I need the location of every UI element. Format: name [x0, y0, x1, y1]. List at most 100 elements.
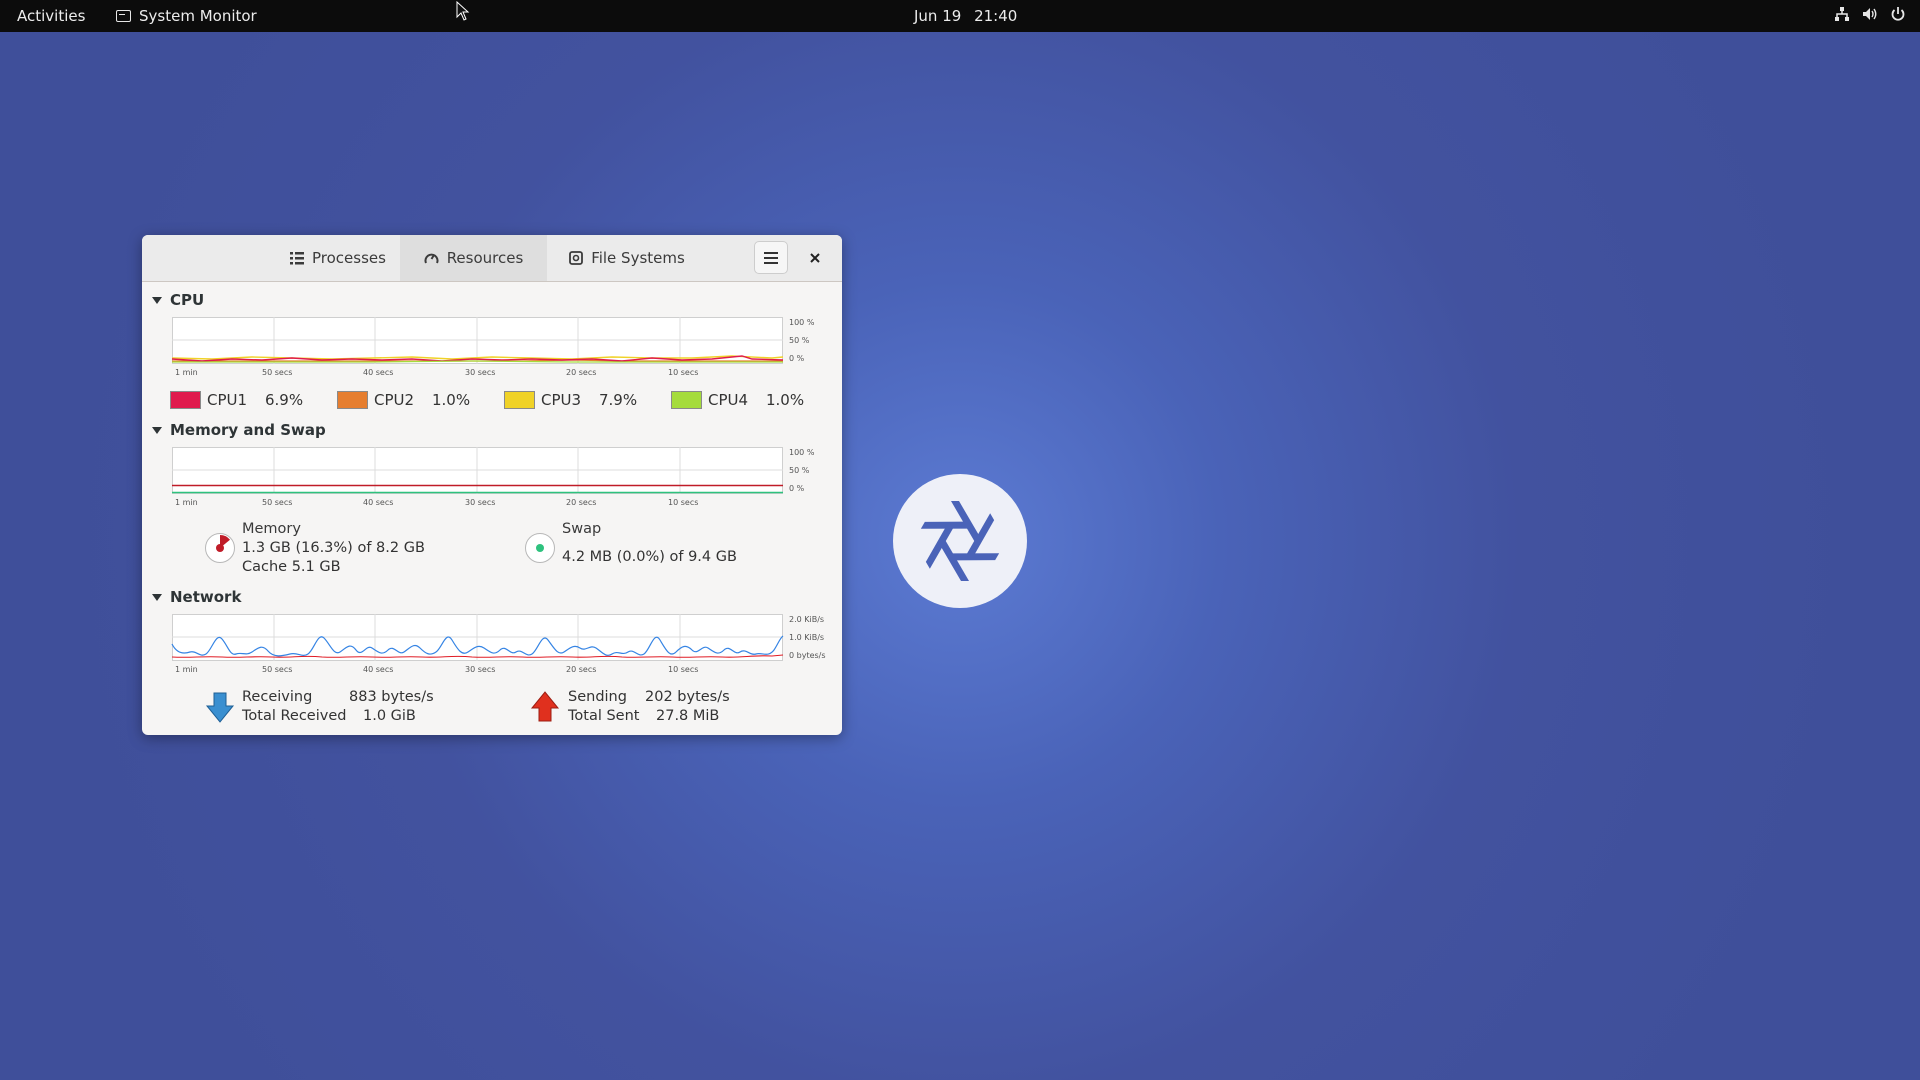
system-monitor-window: Processes Resources File Systems CPU 100…: [142, 235, 842, 735]
menu-icon: [764, 251, 778, 264]
cpu-usage: 7.9%: [599, 391, 638, 409]
header-bar: Processes Resources File Systems: [142, 235, 842, 282]
sending-value: 202 bytes/s: [645, 689, 730, 705]
cpu-section-title: CPU: [170, 291, 205, 309]
y-tick-label: 100 %: [789, 448, 815, 457]
memory-pie-icon[interactable]: [204, 532, 236, 564]
cpu-legend: CPU1 6.9% CPU2 1.0% CPU3 7.9% CPU4 1.0%: [170, 391, 838, 409]
swap-info: Swap 4.2 MB (0.0%) of 9.4 GB: [562, 520, 737, 567]
total-sent-value: 27.8 MiB: [656, 708, 720, 724]
tab-file-systems[interactable]: File Systems: [547, 235, 707, 281]
memory-graph: 100 % 50 % 0 % 1 min 50 secs 40 secs 30 …: [172, 447, 832, 519]
sending-info: Sending 202 bytes/s Total Sent 27.8 MiB: [568, 688, 768, 726]
cpu-section-header[interactable]: CPU: [152, 291, 204, 309]
system-tray[interactable]: [1834, 6, 1906, 22]
total-received-label: Total Received: [242, 708, 347, 724]
sending-label: Sending: [568, 689, 627, 705]
cpu1-color-swatch[interactable]: [170, 391, 201, 409]
y-tick-label: 2.0 KiB/s: [789, 615, 824, 624]
x-tick-label: 20 secs: [566, 498, 596, 507]
memory-info: Memory 1.3 GB (16.3%) of 8.2 GB Cache 5.…: [242, 520, 425, 577]
cache-value: Cache 5.1 GB: [242, 559, 341, 575]
y-tick-label: 0 %: [789, 354, 805, 363]
cpu2-color-swatch[interactable]: [337, 391, 368, 409]
power-icon: [1891, 7, 1905, 21]
system-monitor-icon: [116, 10, 131, 22]
x-tick-label: 10 secs: [668, 368, 698, 377]
cpu2-legend: CPU2 1.0%: [337, 391, 504, 409]
gauge-icon: [424, 253, 439, 264]
x-tick-label: 20 secs: [566, 665, 596, 674]
close-icon: [810, 253, 820, 263]
y-tick-label: 1.0 KiB/s: [789, 633, 824, 642]
network-graph: 2.0 KiB/s 1.0 KiB/s 0 bytes/s 1 min 50 s…: [171, 614, 832, 686]
x-tick-label: 30 secs: [465, 665, 495, 674]
tab-label: File Systems: [591, 249, 685, 267]
x-tick-label: 50 secs: [262, 665, 292, 674]
cpu1-legend: CPU1 6.9%: [170, 391, 337, 409]
expander-arrow-icon: [152, 593, 162, 601]
clock-date: Jun 19: [914, 7, 962, 25]
receiving-label: Receiving: [242, 689, 313, 705]
clock[interactable]: Jun 19 21:40: [914, 7, 1017, 25]
cpu-name: CPU2: [374, 391, 415, 409]
tab-processes[interactable]: Processes: [264, 235, 412, 281]
app-menu[interactable]: System Monitor: [116, 7, 257, 25]
cpu-usage: 6.9%: [265, 391, 304, 409]
activities-button[interactable]: Activities: [17, 7, 85, 25]
disk-icon: [569, 251, 584, 265]
clock-time: 21:40: [974, 7, 1018, 25]
top-bar: Activities System Monitor Jun 19 21:40: [0, 0, 1920, 32]
memory-section-title: Memory and Swap: [170, 421, 326, 439]
tab-label: Resources: [446, 249, 524, 267]
expander-arrow-icon: [152, 296, 162, 304]
x-tick-label: 20 secs: [566, 368, 596, 377]
tab-label: Processes: [312, 249, 386, 267]
x-tick-label: 40 secs: [363, 368, 393, 377]
x-tick-label: 30 secs: [465, 498, 495, 507]
x-tick-label: 1 min: [175, 498, 198, 507]
receiving-value: 883 bytes/s: [349, 689, 434, 705]
swap-pie-icon[interactable]: [524, 532, 556, 564]
tab-resources[interactable]: Resources: [400, 235, 547, 281]
close-button[interactable]: [804, 247, 826, 269]
y-tick-label: 100 %: [789, 318, 815, 327]
x-tick-label: 10 secs: [668, 665, 698, 674]
x-tick-label: 1 min: [175, 665, 198, 674]
x-tick-label: 40 secs: [363, 665, 393, 674]
main-menu-button[interactable]: [754, 241, 788, 274]
download-arrow-icon[interactable]: [205, 692, 235, 724]
app-menu-label: System Monitor: [139, 7, 257, 25]
memory-section-header[interactable]: Memory and Swap: [152, 421, 326, 439]
list-icon: [290, 252, 305, 265]
cpu-graph: 100 % 50 % 0 % 1 min 50 secs 40 secs 30 …: [171, 317, 832, 389]
nixos-logo-icon: [893, 474, 1027, 608]
network-icon: [1835, 7, 1849, 21]
x-tick-label: 50 secs: [262, 498, 292, 507]
cpu-name: CPU4: [708, 391, 749, 409]
y-tick-label: 50 %: [789, 466, 810, 475]
y-tick-label: 0 bytes/s: [789, 651, 826, 660]
network-section-header[interactable]: Network: [152, 588, 241, 606]
receiving-info: Receiving 883 bytes/s Total Received 1.0…: [242, 688, 442, 726]
mouse-pointer-icon: [456, 1, 470, 21]
cpu-usage: 1.0%: [766, 391, 805, 409]
cpu-usage: 1.0%: [432, 391, 471, 409]
cpu4-color-swatch[interactable]: [671, 391, 702, 409]
cpu4-legend: CPU4 1.0%: [671, 391, 838, 409]
swap-label: Swap: [562, 521, 602, 537]
memory-value: 1.3 GB (16.3%) of 8.2 GB: [242, 540, 425, 556]
cpu3-color-swatch[interactable]: [504, 391, 535, 409]
x-tick-label: 50 secs: [262, 368, 292, 377]
x-tick-label: 30 secs: [465, 368, 495, 377]
upload-arrow-icon[interactable]: [530, 690, 560, 722]
network-section-title: Network: [170, 588, 242, 606]
total-sent-label: Total Sent: [568, 708, 640, 724]
cpu3-legend: CPU3 7.9%: [504, 391, 671, 409]
total-received-value: 1.0 GiB: [363, 708, 416, 724]
cpu-name: CPU1: [207, 391, 248, 409]
expander-arrow-icon: [152, 426, 162, 434]
y-tick-label: 0 %: [789, 484, 805, 493]
swap-value: 4.2 MB (0.0%) of 9.4 GB: [562, 549, 737, 565]
y-tick-label: 50 %: [789, 336, 810, 345]
